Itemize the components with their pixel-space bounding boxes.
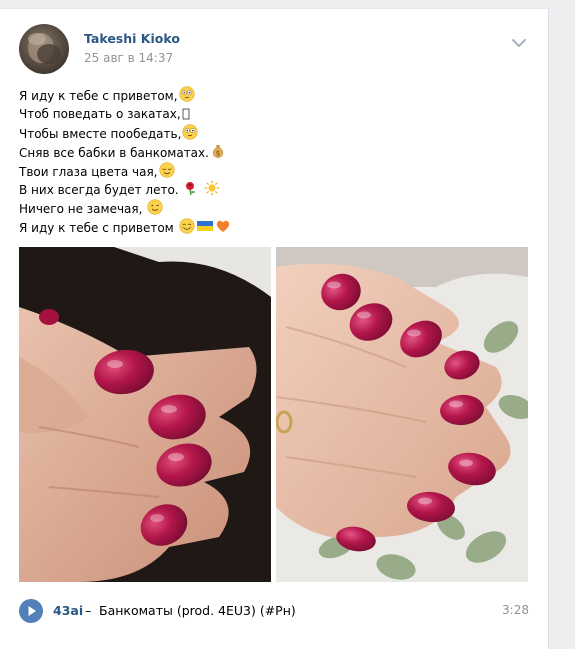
avatar[interactable] (19, 24, 69, 74)
photo-nails-1 (19, 247, 271, 582)
post-text-line-content: Сняв все бабки в банкоматах. (19, 145, 209, 160)
play-icon (28, 606, 36, 616)
audio-separator: – (85, 603, 92, 618)
audio-title[interactable]: Банкоматы (prod. 4EU3) (#Рн) (99, 603, 296, 618)
audio-duration: 3:28 (502, 603, 529, 617)
post-text-line-content: Я иду к тебе с приветом (19, 221, 174, 236)
post-text-line-content: Чтобы вместе пообедать, (19, 126, 182, 141)
post-text-line-content: В них всегда будет лето. (19, 183, 179, 198)
post-text-line-content: Я иду к тебе с приветом, (19, 89, 178, 103)
post-text-line: Твои глаза цвета чая, (19, 161, 231, 181)
audio-attachment: 43ai – Банкоматы (prod. 4EU3) (#Рн) 3:28 (19, 599, 529, 623)
rose-icon (183, 180, 199, 202)
sun-icon (204, 180, 220, 202)
chevron-down-icon[interactable] (510, 35, 528, 49)
svg-text:$: $ (216, 149, 220, 157)
post-card: Takeshi Kioko 25 авг в 14:37 Я иду к теб… (0, 8, 549, 649)
post-text-line-content: Твои глаза цвета чая, (19, 164, 158, 179)
play-button[interactable] (19, 599, 43, 623)
money-bag-icon: $ (210, 143, 226, 165)
ukraine-flag-icon (196, 218, 214, 240)
post-text-line: Чтоб поведать о закатах, (19, 105, 231, 124)
post-text-line-content: Ничего не замечая, (19, 202, 143, 217)
post-text-line-content: Чтоб поведать о закатах, (19, 106, 181, 121)
post-photo-2[interactable] (276, 247, 528, 582)
post-text: Я иду к тебе с приветом, Чтоб поведать о… (19, 86, 231, 237)
photo-nails-2 (276, 247, 528, 582)
audio-artist[interactable]: 43ai (53, 603, 83, 618)
post-text-line: Сняв все бабки в банкоматах. $ (19, 143, 231, 162)
post-photo-1[interactable] (19, 247, 271, 582)
post-date[interactable]: 25 авг в 14:37 (84, 51, 173, 65)
avatar-image (28, 33, 61, 64)
smiling-face-icon (178, 218, 195, 240)
orange-heart-icon (215, 218, 231, 240)
post-author[interactable]: Takeshi Kioko (84, 31, 180, 46)
post-text-line: Чтобы вместе пообедать, (19, 124, 231, 143)
post-text-line: Я иду к тебе с приветом (19, 218, 231, 237)
post-text-line: Я иду к тебе с приветом, (19, 86, 231, 105)
post-text-line: В них всегда будет лето. (19, 180, 231, 199)
